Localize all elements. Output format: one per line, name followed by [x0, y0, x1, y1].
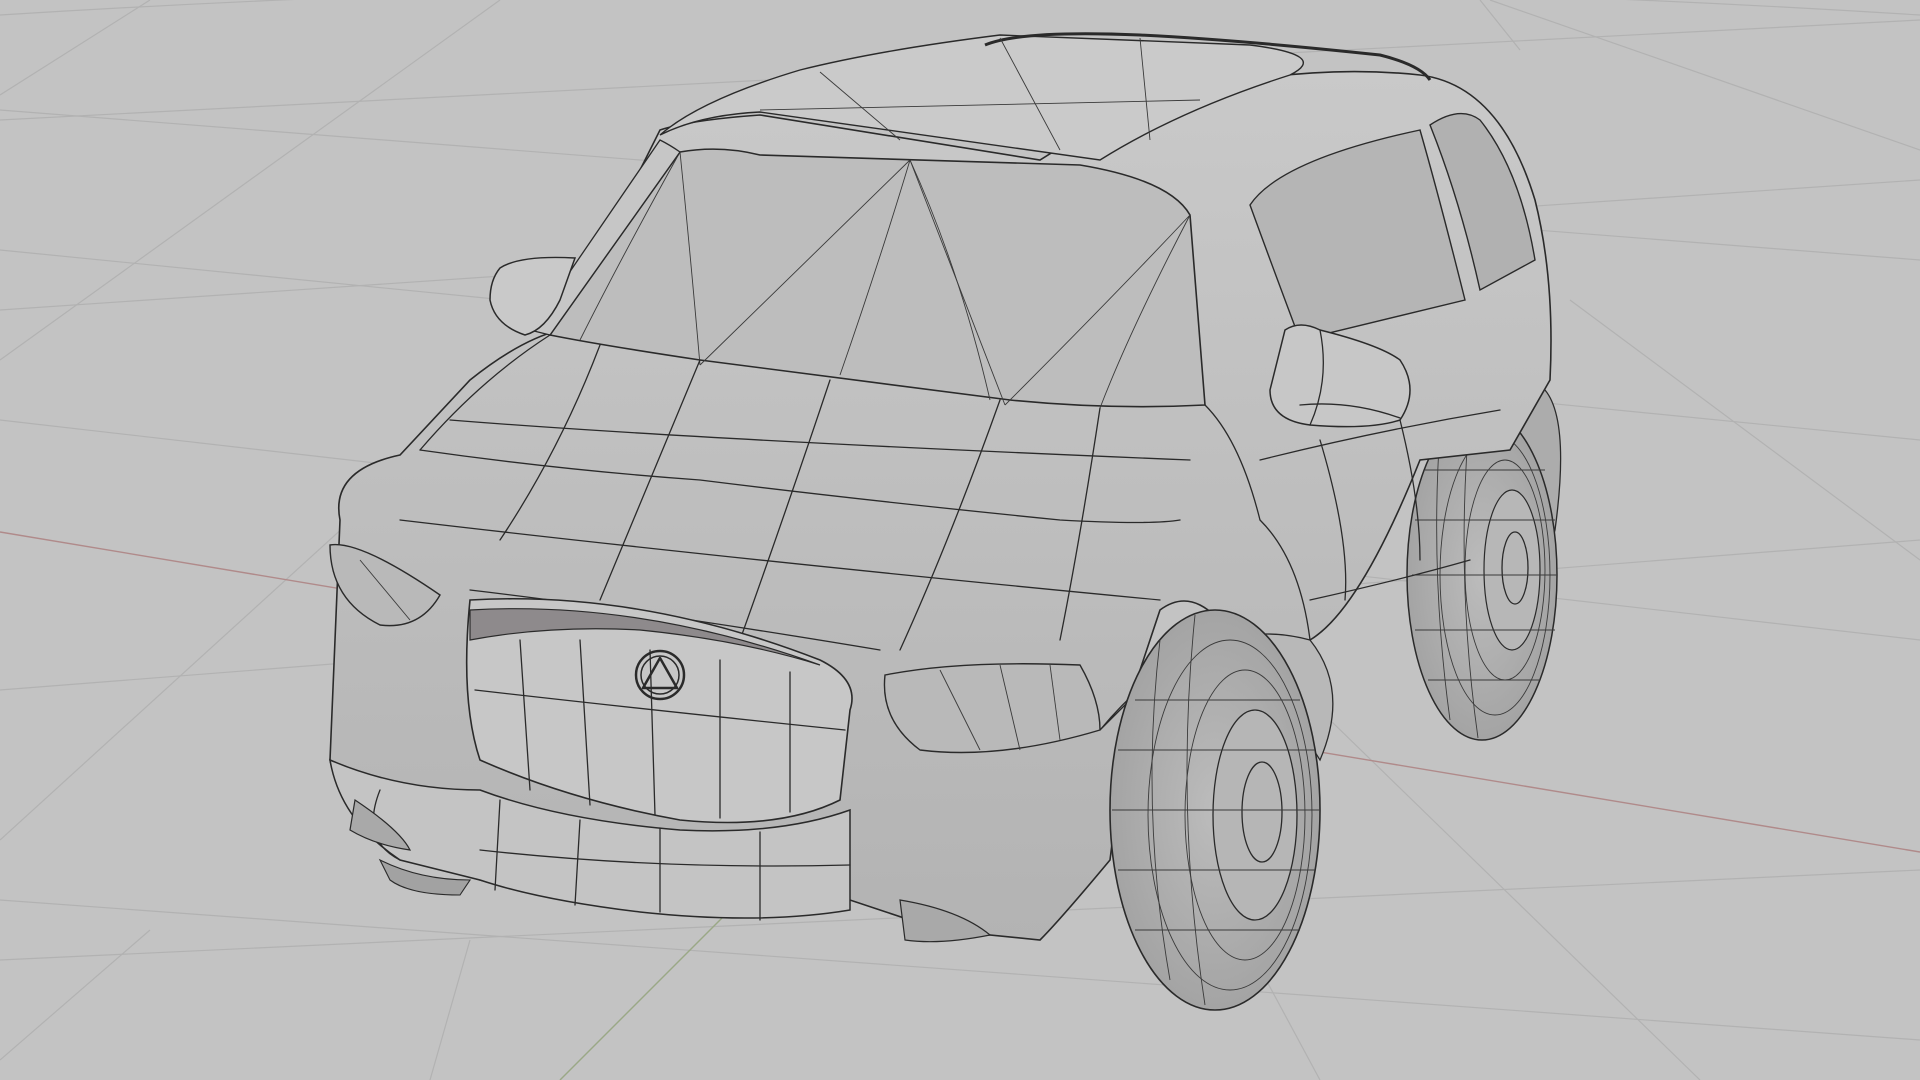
right-headlight [883, 663, 1101, 754]
front-rim [1212, 709, 1298, 921]
3d-viewport[interactable] [0, 0, 1920, 1080]
suv-model[interactable] [329, 32, 1562, 1011]
front-right-wheel [1109, 609, 1321, 1011]
rear-rim [1483, 489, 1541, 651]
